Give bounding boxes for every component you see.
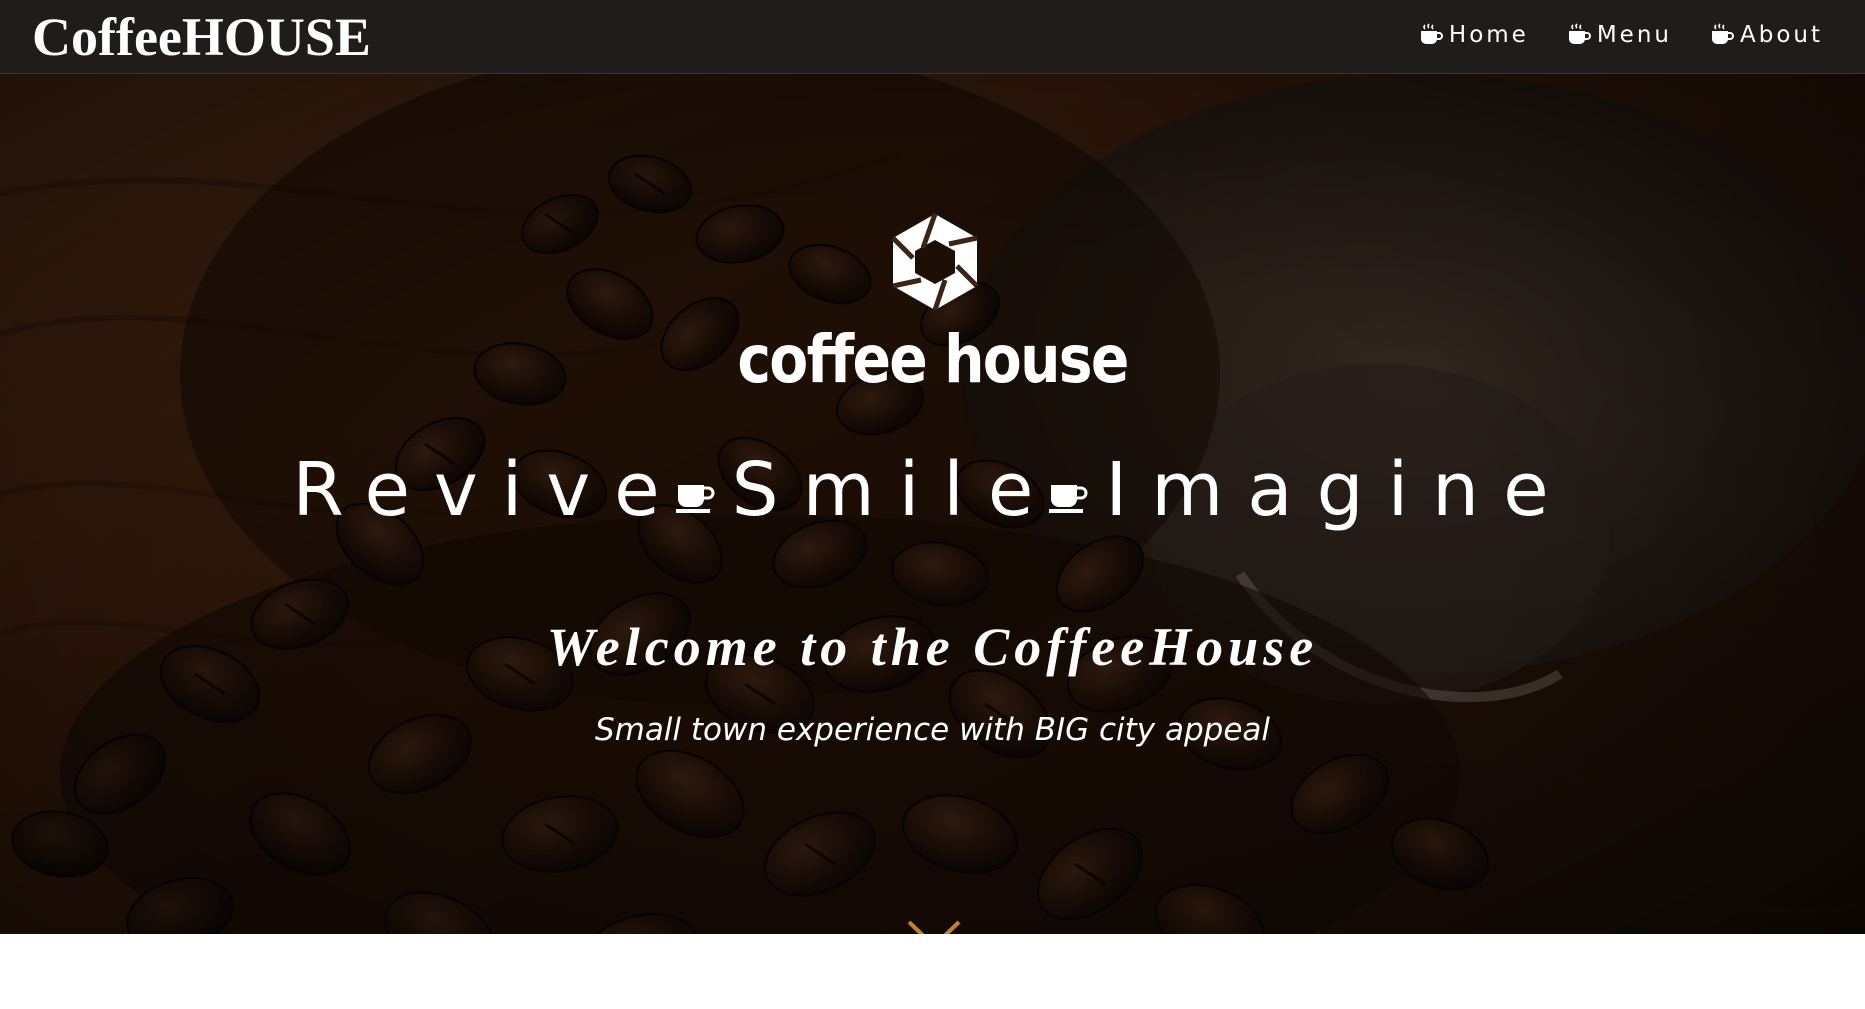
coffee-cup-icon xyxy=(1049,440,1091,540)
page-below-hero xyxy=(0,934,1865,1009)
coffee-cup-icon xyxy=(1567,23,1593,47)
coffee-cup-icon xyxy=(1419,23,1445,47)
page: CoffeeHOUSE Home Menu About coffee house… xyxy=(0,0,1865,1009)
nav-item-label: Home xyxy=(1448,22,1529,48)
tagline-word: Smile xyxy=(731,447,1058,533)
hero-section: coffee house Revive Smile Imagine Welcom… xyxy=(0,74,1865,1009)
main-nav: Home Menu About xyxy=(1419,17,1823,53)
nav-item-menu[interactable]: Menu xyxy=(1567,17,1672,53)
hexagon-shutter-logo-icon xyxy=(891,213,979,311)
welcome-heading: Welcome to the CoffeeHouse xyxy=(546,617,1319,677)
nav-item-label: Menu xyxy=(1596,22,1672,48)
tagline-word: Revive xyxy=(292,447,684,533)
tagline-word: Imagine xyxy=(1105,447,1573,533)
coffee-cup-icon xyxy=(675,440,718,540)
coffee-cup-icon xyxy=(1710,23,1736,47)
nav-item-home[interactable]: Home xyxy=(1419,17,1529,53)
nav-item-label: About xyxy=(1739,22,1823,48)
top-navbar: CoffeeHOUSE Home Menu About xyxy=(0,0,1865,74)
brand-logo-text[interactable]: CoffeeHOUSE xyxy=(32,6,371,68)
hero-subtitle: Small town experience with BIG city appe… xyxy=(594,712,1271,748)
logo-wordmark: coffee house xyxy=(737,321,1129,398)
hero-tagline: Revive Smile Imagine xyxy=(0,440,1865,540)
nav-item-about[interactable]: About xyxy=(1710,17,1823,53)
